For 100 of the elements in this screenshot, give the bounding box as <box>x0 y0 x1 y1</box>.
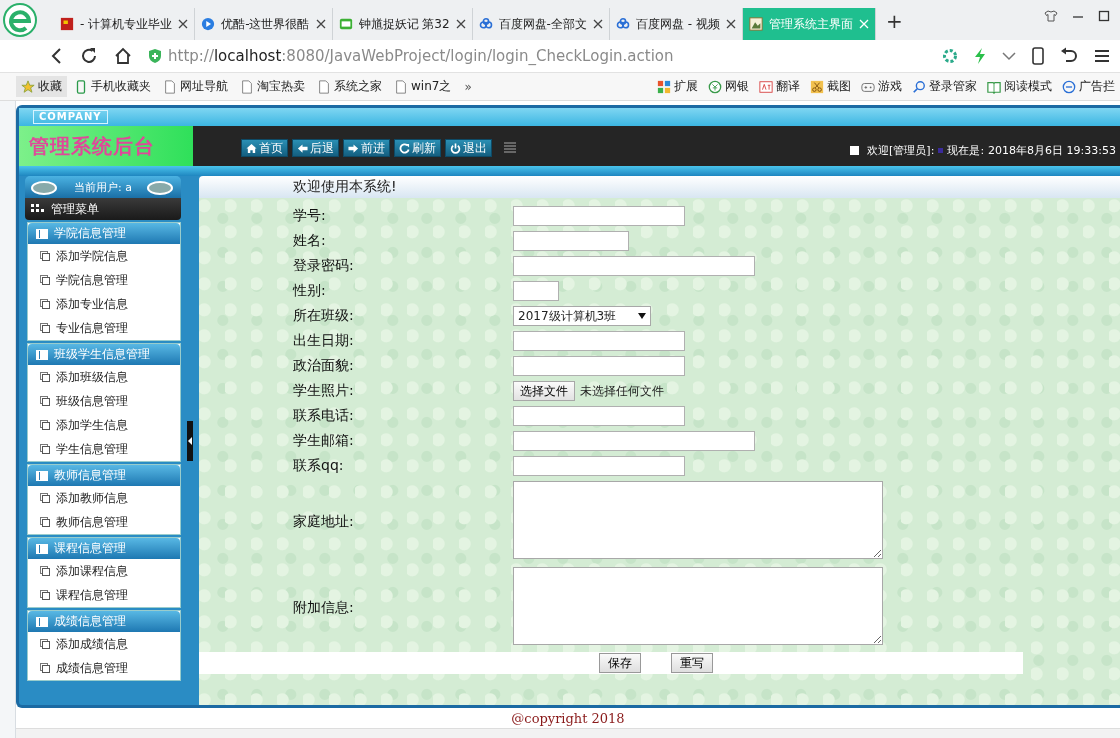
square-icon <box>850 145 860 155</box>
close-icon[interactable] <box>178 19 189 29</box>
input-field[interactable] <box>513 331 685 351</box>
toolbar-button[interactable]: 截图 <box>805 76 856 97</box>
back-icon[interactable] <box>50 48 64 64</box>
menu-item[interactable]: 添加成绩信息 <box>28 632 180 656</box>
input-field[interactable] <box>513 256 755 276</box>
nav-button[interactable]: 首页 <box>241 139 288 157</box>
collapse-handle-icon[interactable] <box>187 420 193 461</box>
left-arrow-icon <box>297 142 308 154</box>
close-icon[interactable] <box>455 19 466 29</box>
choose-file-button[interactable]: 选择文件 <box>513 381 575 401</box>
new-tab-button[interactable]: + <box>875 9 913 37</box>
nav-button[interactable]: 刷新 <box>394 139 441 157</box>
grid-icon <box>657 79 671 94</box>
page-icon <box>40 251 50 261</box>
bookmark-link[interactable]: 手机收藏夹 <box>69 76 156 97</box>
input-field[interactable] <box>513 231 629 251</box>
menu-item[interactable]: 班级信息管理 <box>28 389 180 413</box>
caret-icon <box>638 313 646 319</box>
menu-item[interactable]: 添加专业信息 <box>28 292 180 316</box>
panel-icon <box>36 228 48 239</box>
menu-item[interactable]: 专业信息管理 <box>28 316 180 340</box>
input-field[interactable] <box>513 406 685 426</box>
menu-item[interactable]: 学生信息管理 <box>28 437 180 461</box>
toolbar-button[interactable]: 翻译 <box>754 76 805 97</box>
refresh-icon[interactable] <box>80 47 98 65</box>
toolbar-button[interactable]: 阅读模式 <box>982 76 1057 97</box>
more-bookmarks-button[interactable]: » <box>458 79 478 94</box>
menu-item[interactable]: 添加班级信息 <box>28 365 180 389</box>
form-button[interactable]: 重写 <box>671 653 713 673</box>
scissors-icon <box>810 79 824 94</box>
form-button[interactable]: 保存 <box>599 653 641 673</box>
text-area[interactable] <box>513 567 883 645</box>
input-field[interactable] <box>513 456 685 476</box>
home-icon[interactable] <box>114 47 132 65</box>
toolbar-button[interactable]: 网银 <box>703 76 754 97</box>
coin-icon <box>708 79 722 94</box>
menu-item[interactable]: 添加学生信息 <box>28 413 180 437</box>
input-field[interactable] <box>513 206 685 226</box>
cloud-icon <box>615 17 630 31</box>
bookmark-link[interactable]: win7之 <box>389 76 457 97</box>
input-field[interactable] <box>513 356 685 376</box>
toolbar-button[interactable]: 游戏 <box>856 76 907 97</box>
field-label: 所在班级: <box>293 307 355 325</box>
nav-button[interactable]: 前进 <box>343 139 390 157</box>
bookmark-link[interactable]: 系统之家 <box>312 76 387 97</box>
input-field[interactable] <box>513 431 755 451</box>
flag-icon <box>60 17 74 31</box>
close-icon[interactable] <box>725 19 736 29</box>
close-icon[interactable] <box>315 19 326 29</box>
menu-item[interactable]: 添加教师信息 <box>28 486 180 510</box>
grid-icon <box>31 204 45 214</box>
input-field[interactable] <box>513 281 559 301</box>
dropdown-icon[interactable] <box>1002 51 1016 61</box>
lightning-icon[interactable] <box>974 48 986 64</box>
company-label: COMPANY <box>33 110 108 124</box>
page-icon <box>40 323 50 333</box>
toolbar-button[interactable]: 广告拦 <box>1057 76 1120 97</box>
page-icon <box>40 420 50 430</box>
search-icon <box>912 79 926 94</box>
toolbar-button[interactable]: 登录管家 <box>907 76 982 97</box>
picture-icon <box>748 17 763 31</box>
text-area[interactable] <box>513 481 883 559</box>
cloud-icon <box>478 17 493 31</box>
address-field[interactable]: http://localhost:8080/JavaWebProject/login/login_CheckLogin.action <box>148 44 926 68</box>
menu-item[interactable]: 教师信息管理 <box>28 510 180 534</box>
toolbar-button[interactable]: 扩展 <box>652 76 703 97</box>
page-icon <box>40 396 50 406</box>
menu-item[interactable]: 课程信息管理 <box>28 583 180 607</box>
right-arrow-icon <box>348 142 359 154</box>
field-label: 登录密码: <box>293 257 355 275</box>
browser-logo-icon[interactable] <box>3 3 37 37</box>
menu-item[interactable]: 添加课程信息 <box>28 559 180 583</box>
menu-icon[interactable] <box>1094 48 1110 64</box>
nav-button[interactable]: 退出 <box>445 139 492 157</box>
class-dropdown[interactable]: 2017级计算机3班 <box>513 306 651 326</box>
page-icon <box>40 372 50 382</box>
maximize-icon[interactable] <box>1098 10 1110 22</box>
phone-icon <box>74 79 88 94</box>
field-label: 学生邮箱: <box>293 432 355 450</box>
document-icon <box>394 79 408 94</box>
shirt-icon[interactable] <box>1044 10 1058 22</box>
bookmark-link[interactable]: 收藏 <box>16 76 67 97</box>
spinner-icon[interactable] <box>942 48 958 64</box>
play-icon <box>201 17 216 31</box>
page-icon <box>40 493 50 503</box>
menu-item[interactable]: 添加学院信息 <box>28 244 180 268</box>
bookmark-link[interactable]: 淘宝热卖 <box>235 76 310 97</box>
panel-icon <box>36 543 48 554</box>
menu-item[interactable]: 成绩信息管理 <box>28 656 180 680</box>
phone-icon[interactable] <box>1032 47 1044 65</box>
field-label: 学生照片: <box>293 382 355 400</box>
close-icon[interactable] <box>592 19 603 29</box>
field-label: 出生日期: <box>293 332 355 350</box>
nav-button[interactable]: 后退 <box>292 139 339 157</box>
bookmark-link[interactable]: 网址导航 <box>158 76 233 97</box>
menu-item[interactable]: 学院信息管理 <box>28 268 180 292</box>
undo-icon[interactable] <box>1060 47 1078 65</box>
power-icon <box>450 142 461 154</box>
